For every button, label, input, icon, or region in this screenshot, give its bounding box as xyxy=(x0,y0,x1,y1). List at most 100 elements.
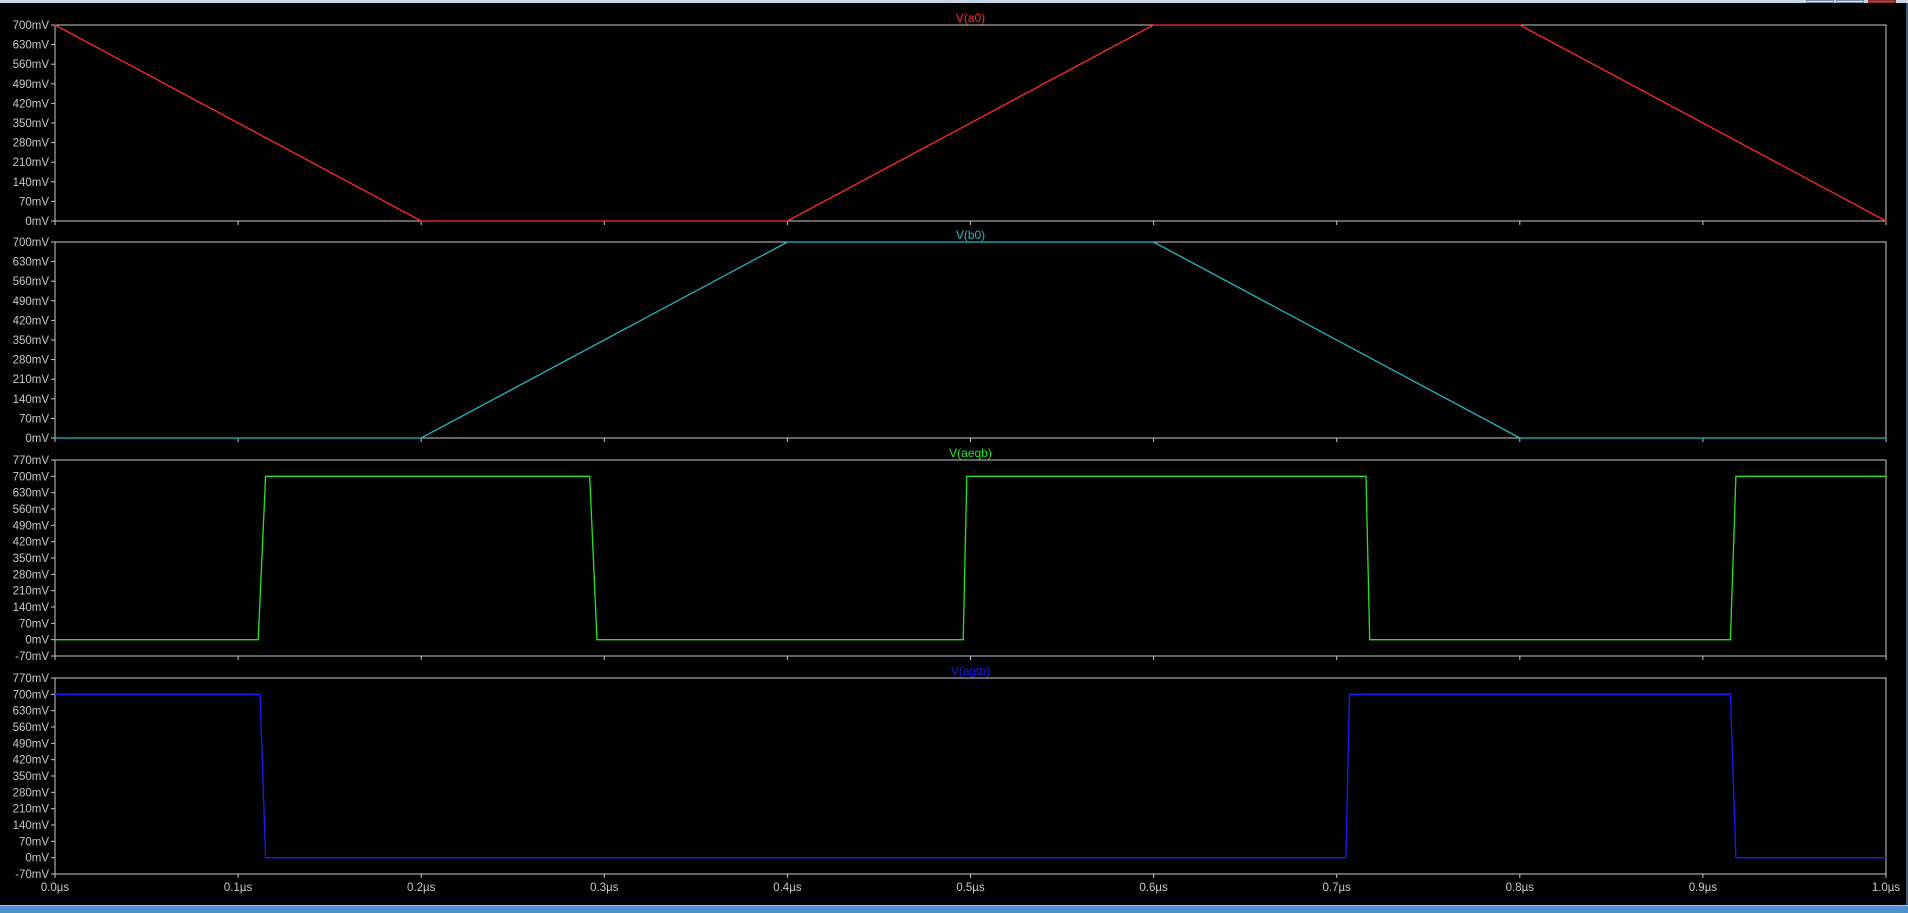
y-tick-label: 0mV xyxy=(25,433,49,445)
trace-point-vagtb xyxy=(264,857,267,859)
y-tick-label: 420mV xyxy=(13,98,50,110)
y-tick-label: -70mV xyxy=(15,651,49,663)
trace-title-vb0[interactable]: V(b0) xyxy=(956,228,985,242)
y-tick-label: 140mV xyxy=(13,820,50,832)
x-tick-label: 1.0µs xyxy=(1872,882,1901,894)
y-tick-label: 350mV xyxy=(13,553,50,565)
y-tick-label: 630mV xyxy=(13,706,50,718)
x-tick-label: 0.2µs xyxy=(407,882,436,894)
y-tick-label: 350mV xyxy=(13,771,50,783)
y-tick-label: 490mV xyxy=(13,79,50,91)
y-tick-label: 490mV xyxy=(13,296,50,308)
y-tick-label: 700mV xyxy=(13,689,50,701)
y-tick-label: 490mV xyxy=(13,520,50,532)
y-tick-label: 210mV xyxy=(13,586,50,598)
trace-point-vagtb xyxy=(259,693,261,695)
status-bar xyxy=(0,905,1908,913)
y-tick-label: 280mV xyxy=(13,569,50,581)
x-tick-label: 0.1µs xyxy=(224,882,253,894)
trace-point-vagtb xyxy=(1729,693,1731,695)
y-tick-label: 630mV xyxy=(13,488,50,500)
y-tick-label: 140mV xyxy=(13,602,50,614)
trace-point-vaeqb xyxy=(962,639,964,641)
y-tick-label: 700mV xyxy=(13,20,50,32)
y-tick-label: 700mV xyxy=(13,237,50,249)
trace-point-va0 xyxy=(1519,24,1521,26)
trace-point-vaeqb xyxy=(54,639,56,641)
trace-point-vagtb xyxy=(54,693,56,695)
y-tick-label: 770mV xyxy=(13,455,50,467)
y-tick-label: 770mV xyxy=(13,673,50,685)
x-tick-label: 0.5µs xyxy=(956,882,985,894)
pane-frame-vaeqb xyxy=(54,459,1887,657)
y-tick-label: 0mV xyxy=(25,216,49,228)
waveform-plot-area[interactable]: V(a0) 0mV 70mV 140mV 210mV 280mV 350mV 420mV 490… xyxy=(0,3,1906,905)
trace-point-vaeqb xyxy=(1729,639,1731,641)
trace-point-va0 xyxy=(420,220,422,222)
trace-point-vaeqb xyxy=(1365,475,1367,477)
trace-point-vb0 xyxy=(786,241,789,243)
trace-point-va0 xyxy=(1885,220,1887,222)
y-tick-label: 70mV xyxy=(19,413,49,425)
y-tick-label: 420mV xyxy=(13,315,50,327)
trace-point-vagtb xyxy=(1735,857,1737,859)
trace-line-vaeqb[interactable] xyxy=(55,475,1886,641)
trace-point-vb0 xyxy=(54,437,56,439)
trace-point-vb0 xyxy=(1885,437,1887,439)
trace-point-vaeqb xyxy=(589,475,591,477)
x-tick-label: 0.7µs xyxy=(1323,882,1352,894)
y-tick-label: 350mV xyxy=(13,118,50,130)
x-tick-label: 0.9µs xyxy=(1689,882,1718,894)
x-tick-label: 0.3µs xyxy=(590,882,619,894)
trace-point-va0 xyxy=(1153,24,1155,26)
y-tick-label: 490mV xyxy=(13,738,50,750)
y-tick-label: 560mV xyxy=(13,504,50,516)
y-tick-label: 70mV xyxy=(19,196,49,208)
y-tick-label: 420mV xyxy=(13,537,50,549)
trace-point-vb0 xyxy=(1519,437,1521,439)
pane-frame-vb0 xyxy=(54,241,1887,439)
y-tick-label: -70mV xyxy=(15,869,49,881)
trace-point-vb0 xyxy=(420,437,422,439)
y-tick-label: 70mV xyxy=(19,618,49,630)
y-tick-label: 280mV xyxy=(13,355,50,367)
trace-line-vagtb[interactable] xyxy=(55,693,1886,859)
trace-title-vagtb[interactable]: V(agtb) xyxy=(951,664,990,678)
y-tick-label: 630mV xyxy=(13,257,50,269)
trace-point-vaeqb xyxy=(1735,475,1737,477)
y-tick-label: 210mV xyxy=(13,804,50,816)
y-tick-label: 0mV xyxy=(25,853,49,865)
trace-line-va0[interactable] xyxy=(54,24,1887,222)
waveform-viewer: V(a0) 0mV 70mV 140mV 210mV 280mV 350mV 420mV 490… xyxy=(0,3,1908,908)
trace-line-vb0[interactable] xyxy=(55,241,1886,439)
trace-point-vaeqb xyxy=(966,475,968,477)
y-tick-label: 560mV xyxy=(13,59,50,71)
y-tick-label: 350mV xyxy=(13,335,50,347)
trace-point-vaeqb xyxy=(596,639,598,641)
pane-frame-vagtb xyxy=(54,677,1887,875)
trace-point-vagtb xyxy=(1348,693,1351,695)
y-tick-label: 560mV xyxy=(13,276,50,288)
trace-title-va0[interactable]: V(a0) xyxy=(956,11,985,25)
x-tick-label: 0.4µs xyxy=(773,882,802,894)
trace-point-vagtb xyxy=(1345,857,1347,859)
y-tick-label: 210mV xyxy=(13,157,50,169)
trace-point-vaeqb xyxy=(1885,475,1887,477)
x-tick-label: 0.0µs xyxy=(41,882,70,894)
x-tick-label: 0.6µs xyxy=(1139,882,1168,894)
trace-point-va0 xyxy=(54,24,56,26)
x-tick-label: 0.8µs xyxy=(1506,882,1535,894)
y-tick-label: 630mV xyxy=(13,40,50,52)
y-tick-label: 700mV xyxy=(13,471,50,483)
y-tick-label: 0mV xyxy=(25,635,49,647)
y-tick-label: 280mV xyxy=(13,787,50,799)
y-tick-label: 280mV xyxy=(13,138,50,150)
trace-point-vaeqb xyxy=(264,475,267,477)
trace-point-va0 xyxy=(786,220,789,222)
trace-point-vaeqb xyxy=(257,639,259,641)
trace-point-vaeqb xyxy=(1369,639,1371,641)
trace-point-vagtb xyxy=(1885,857,1887,859)
y-tick-label: 560mV xyxy=(13,722,50,734)
y-tick-label: 140mV xyxy=(13,177,50,189)
trace-title-vaeqb[interactable]: V(aeqb) xyxy=(949,446,992,460)
